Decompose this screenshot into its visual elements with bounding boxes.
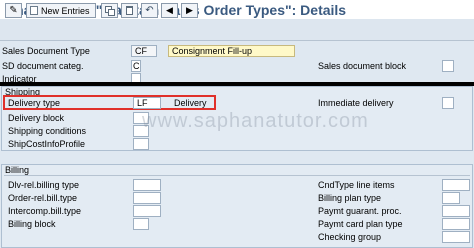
sales-doc-block-field[interactable] [442,60,454,72]
previous-entry-button[interactable]: ◀ [161,3,178,18]
order-rel-bill-field[interactable] [133,192,161,204]
billing-block-field[interactable] [133,218,149,230]
sales-doc-type-description: Consignment Fill-up [168,45,295,57]
order-rel-bill-label: Order-rel.bill.type [8,193,78,203]
delivery-type-description: Delivery [174,98,207,108]
sales-doc-block-label: Sales document block [318,61,407,71]
paymt-card-plan-field[interactable] [442,218,470,230]
paymt-guarant-label: Paymt guarant. proc. [318,206,402,216]
trash-icon [126,6,133,15]
dlv-rel-billing-label: Dlv-rel.billing type [8,180,80,190]
intercomp-bill-field[interactable] [133,205,161,217]
billing-block-label: Billing block [8,219,56,229]
next-entry-button[interactable]: ▶ [181,3,198,18]
paymt-guarant-field[interactable] [442,205,470,217]
new-entries-label: New Entries [41,5,90,16]
ship-cost-info-label: ShipCostInfoProfile [8,139,86,149]
undo-button[interactable]: ↶ [141,3,158,18]
sales-doc-type-field[interactable]: CF [131,45,157,57]
paymt-card-plan-label: Paymt card plan type [318,219,403,229]
ship-cost-info-field[interactable] [133,138,149,150]
delivery-type-field[interactable]: LF [133,97,161,109]
immediate-delivery-label: Immediate delivery [318,98,394,108]
cndtype-line-items-label: CndType line items [318,180,395,190]
delivery-block-label: Delivery block [8,113,65,123]
new-entries-button[interactable]: New Entries [26,3,96,18]
billing-plan-type-label: Billing plan type [318,193,382,203]
sd-doc-categ-label: SD document categ. [2,61,84,71]
arrow-left-icon: ◀ [166,5,173,15]
billing-group-title: Billing [5,165,30,175]
checking-group-field[interactable] [442,231,470,243]
shipping-conditions-label: Shipping conditions [8,126,87,136]
watermark: www.saphanatutor.com [142,110,369,132]
cndtype-line-items-field[interactable] [442,179,470,191]
pencil-glasses-icon: ✎ [9,4,18,16]
copy-icon [104,5,115,16]
undo-icon: ↶ [145,4,154,16]
billing-plan-type-field[interactable] [442,192,460,204]
billing-title-separator [4,175,470,176]
display-change-button[interactable]: ✎ [5,3,22,18]
new-document-icon [30,6,38,15]
intercomp-bill-label: Intercomp.bill.type [8,206,82,216]
delivery-type-label: Delivery type [8,98,61,108]
checking-group-label: Checking group [318,232,382,242]
arrow-right-icon: ▶ [186,5,193,15]
toolbar [0,19,474,41]
dlv-rel-billing-field[interactable] [133,179,161,191]
copy-button[interactable] [101,3,118,18]
sales-doc-type-label: Sales Document Type [2,46,90,56]
sd-doc-categ-field[interactable]: C [131,60,141,72]
immediate-delivery-field[interactable] [442,97,454,109]
delete-button[interactable] [121,3,138,18]
